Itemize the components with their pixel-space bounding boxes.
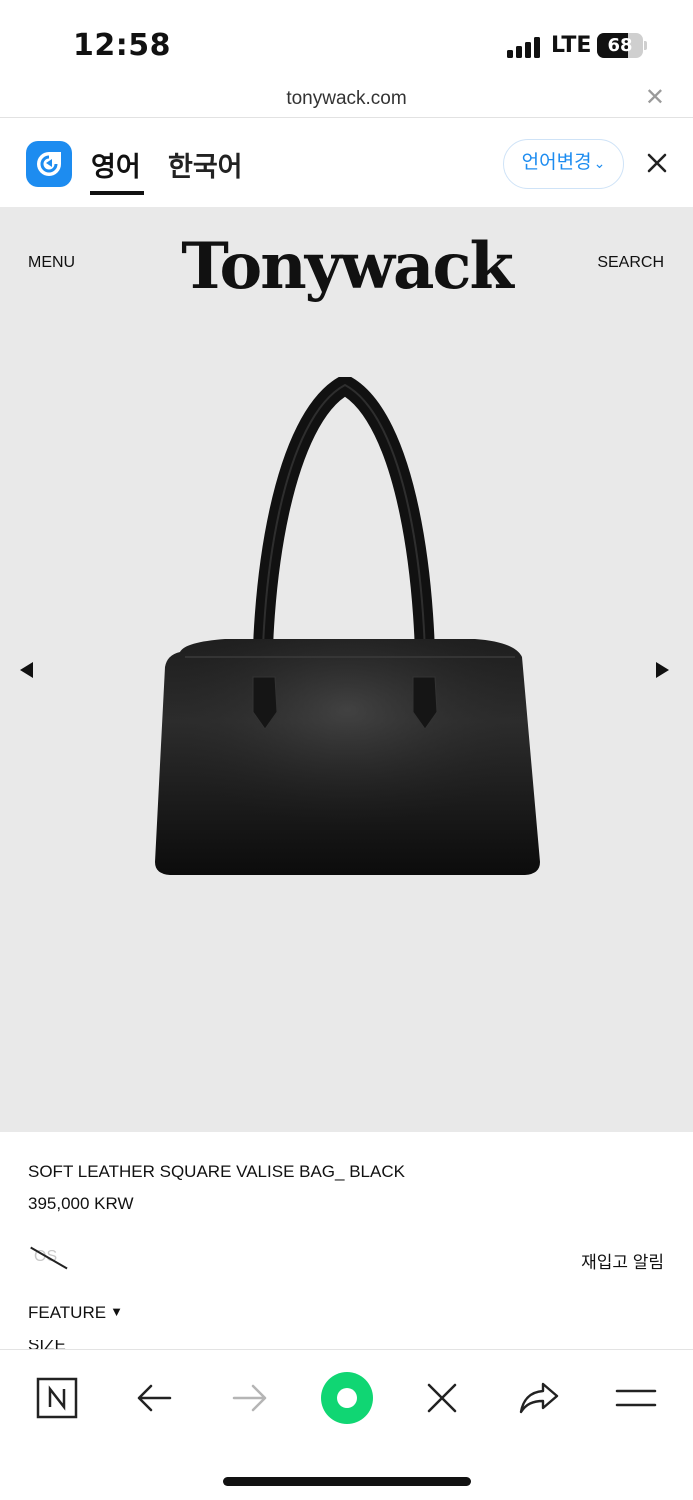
product-hero: MENU Tonywack SEARCH [0, 207, 693, 1132]
feature-toggle[interactable]: FEATURE ▼ [28, 1303, 123, 1323]
browser-toolbar [0, 1349, 693, 1500]
url-text[interactable]: tonywack.com [0, 88, 693, 110]
forward-arrow-icon[interactable] [228, 1376, 272, 1420]
sold-out-badge: OS [28, 1244, 68, 1272]
translator-logo-icon[interactable] [26, 141, 72, 187]
next-image-arrow-icon[interactable] [656, 662, 669, 678]
menu-icon[interactable] [614, 1376, 658, 1420]
network-type: LTE [551, 33, 592, 58]
translator-close-icon[interactable] [645, 151, 669, 175]
n-home-icon[interactable] [35, 1376, 79, 1420]
share-icon[interactable] [517, 1376, 561, 1420]
search-link[interactable]: SEARCH [597, 254, 664, 272]
change-language-button[interactable]: 언어변경 ⌄ [503, 139, 624, 189]
product-image-bag [155, 377, 540, 875]
size-toggle[interactable]: SIZE [28, 1340, 66, 1349]
caret-down-icon: ▼ [110, 1304, 123, 1319]
back-arrow-icon[interactable] [132, 1376, 176, 1420]
site-logo[interactable]: Tonywack [0, 229, 693, 304]
change-language-label: 언어변경 [521, 152, 592, 173]
product-price: 395,000 KRW [28, 1194, 134, 1213]
product-title: SOFT LEATHER SQUARE VALISE BAG_ BLACK [28, 1162, 405, 1181]
prev-image-arrow-icon[interactable] [20, 662, 33, 678]
close-icon[interactable] [420, 1376, 464, 1420]
tab-english[interactable]: 영어 [91, 145, 141, 184]
battery-icon: 68 [597, 33, 643, 58]
active-tab-underline [90, 191, 144, 195]
feature-label: FEATURE [28, 1303, 107, 1322]
green-dot-icon[interactable] [319, 1370, 375, 1426]
status-time: 12:58 [73, 28, 171, 63]
tab-korean[interactable]: 한국어 [168, 145, 243, 184]
battery-percent: 68 [607, 35, 633, 56]
status-bar: 12:58 LTE 68 [0, 0, 693, 80]
battery-nub [644, 41, 647, 50]
chevron-down-icon: ⌄ [593, 155, 606, 171]
translator-bar: 영어 한국어 언어변경 ⌄ [0, 119, 693, 207]
home-indicator[interactable] [223, 1477, 471, 1486]
restock-alert-button[interactable]: 재입고 알림 [581, 1248, 664, 1273]
url-close-icon[interactable]: ✕ [645, 86, 665, 110]
url-bar[interactable]: tonywack.com ✕ [0, 80, 693, 118]
signal-icon [507, 36, 543, 58]
